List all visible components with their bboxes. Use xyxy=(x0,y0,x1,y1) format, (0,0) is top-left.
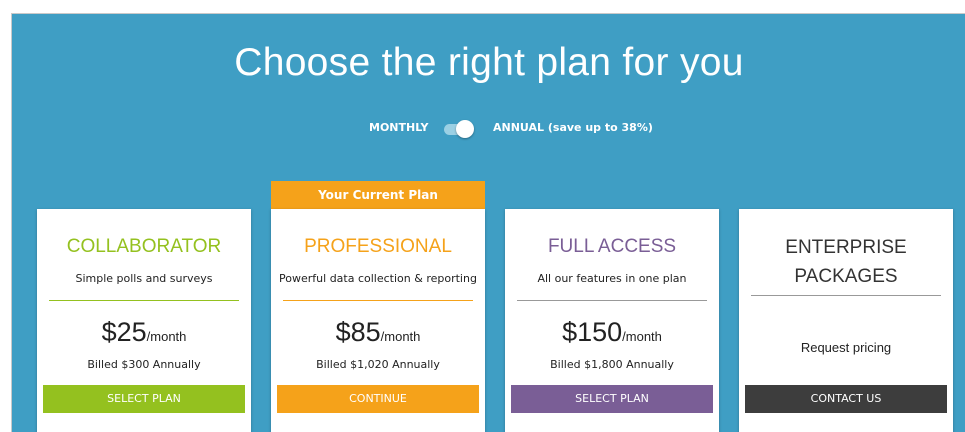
plan-divider xyxy=(283,300,473,301)
monthly-label[interactable]: MONTHLY xyxy=(369,121,428,134)
plan-description: All our features in one plan xyxy=(537,272,687,285)
select-plan-button-collaborator[interactable]: SELECT PLAN xyxy=(43,385,245,413)
plan-price: $85/month xyxy=(271,317,485,348)
plan-name-line2: PACKAGES xyxy=(794,266,898,287)
plan-card-enterprise: ENTERPRISE PACKAGES Request pricing CONT… xyxy=(739,209,953,432)
billing-period-toggle[interactable] xyxy=(442,120,474,138)
toggle-knob[interactable] xyxy=(456,120,474,138)
price-amount: $150 xyxy=(562,317,623,347)
plan-name: FULL ACCESS xyxy=(547,236,677,257)
page-title: Choose the right plan for you xyxy=(234,41,744,84)
request-pricing-text: Request pricing xyxy=(800,340,892,355)
billing-note: Billed $1,800 Annually xyxy=(550,358,674,371)
plan-divider xyxy=(49,300,239,301)
current-plan-ribbon: Your Current Plan xyxy=(271,181,485,209)
plan-divider xyxy=(517,300,707,301)
billing-note: Billed $300 Annually xyxy=(87,358,201,371)
plan-price: $25/month xyxy=(37,317,251,348)
price-amount: $85 xyxy=(335,317,381,347)
plan-card-professional: PROFESSIONAL Powerful data collection & … xyxy=(271,209,485,432)
price-period: /month xyxy=(380,329,421,344)
price-period: /month xyxy=(622,329,662,344)
plan-name-line1: ENTERPRISE xyxy=(785,237,907,258)
plan-description: Powerful data collection & reporting xyxy=(279,272,477,285)
annual-label[interactable]: ANNUAL (save up to 38%) xyxy=(493,121,653,134)
price-amount: $25 xyxy=(101,317,147,347)
plan-card-full-access: FULL ACCESS All our features in one plan… xyxy=(505,209,719,432)
plan-name: PROFESSIONAL xyxy=(304,236,452,257)
select-plan-button-full-access[interactable]: SELECT PLAN xyxy=(511,385,713,413)
billing-note: Billed $1,020 Annually xyxy=(316,358,440,371)
continue-button[interactable]: CONTINUE xyxy=(277,385,479,413)
plan-description: Simple polls and surveys xyxy=(75,272,213,285)
billing-toggle-row: MONTHLY ANNUAL (save up to 38%) xyxy=(12,118,965,140)
plan-divider xyxy=(751,295,941,296)
plan-price: $150/month xyxy=(505,317,719,348)
price-period: /month xyxy=(146,329,187,344)
contact-us-button[interactable]: CONTACT US xyxy=(745,385,947,413)
pricing-panel: Choose the right plan for you MONTHLY AN… xyxy=(11,13,965,432)
plan-name: ENTERPRISE PACKAGES xyxy=(739,233,953,291)
plan-name: COLLABORATOR xyxy=(66,236,222,257)
plan-card-collaborator: COLLABORATOR Simple polls and surveys $2… xyxy=(37,209,251,432)
